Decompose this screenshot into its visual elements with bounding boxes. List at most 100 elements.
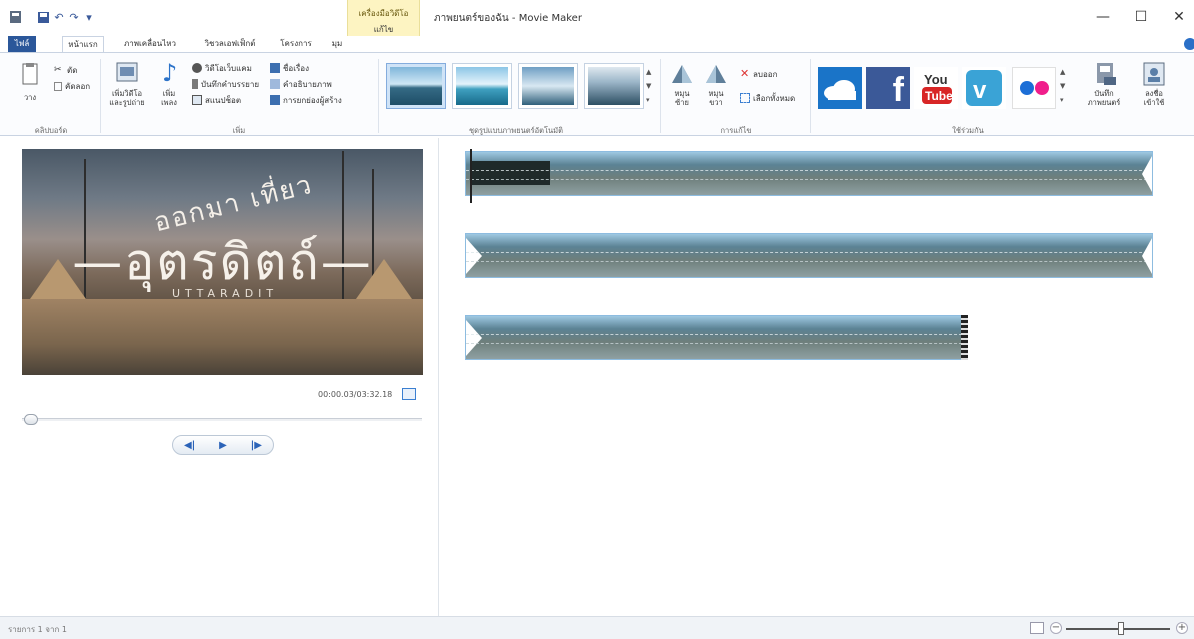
theme-gallery-scroll[interactable]: ▲ ▼ ▾ [646, 65, 651, 107]
webcam-icon [192, 63, 202, 73]
credits-button[interactable]: การยกย่องผู้สร้าง [270, 93, 342, 107]
title-bar: ↶ ↷ ▾ เครื่องมือวิดีโอ แก้ไข ภาพยนตร์ของ… [0, 0, 1194, 36]
theme-thumbnail[interactable] [518, 63, 578, 109]
title-button[interactable]: ชื่อเรื่อง [270, 61, 309, 75]
playback-controls: ◀| ▶ |▶ [172, 435, 274, 455]
vimeo-icon[interactable]: v [962, 67, 1006, 109]
tab-file[interactable]: ไฟล์ [8, 36, 36, 52]
audio-waveform [466, 170, 1152, 180]
share-group-label: ใช้ร่วมกัน [952, 126, 984, 135]
zoom-thumb[interactable] [1118, 622, 1124, 635]
video-tools-context-tab[interactable]: เครื่องมือวิดีโอ แก้ไข [347, 0, 420, 36]
credits-label: การยกย่องผู้สร้าง [283, 95, 342, 105]
copy-button[interactable]: คัดลอก [54, 79, 90, 93]
zoom-out-button[interactable]: − [1050, 622, 1062, 634]
svg-text:Tube: Tube [925, 89, 953, 103]
close-button[interactable]: ✕ [1164, 6, 1194, 28]
split-preview-icon[interactable] [402, 388, 416, 400]
thumbnail-size-icon[interactable] [1030, 622, 1044, 634]
group-separator [810, 59, 811, 133]
select-all-button[interactable]: เลือกทั้งหมด [740, 91, 795, 105]
snapshot-icon [192, 95, 202, 105]
theme-thumbnail[interactable] [386, 63, 446, 109]
playhead[interactable] [470, 149, 472, 203]
music-note-icon[interactable]: ♪ [162, 61, 177, 85]
customize-toolbar-icon[interactable]: ▾ [82, 9, 96, 25]
paste-icon[interactable] [22, 63, 38, 88]
zoom-in-button[interactable]: + [1176, 622, 1188, 634]
group-separator [378, 59, 379, 133]
scissors-icon: ✂ [54, 65, 62, 75]
storyboard-clip[interactable] [465, 233, 1153, 278]
audio-waveform [466, 252, 1152, 262]
webcam-label: วิดีโอเว็บแคม [205, 63, 252, 73]
remove-x-icon: ✕ [740, 67, 750, 80]
undo-icon[interactable]: ↶ [52, 9, 66, 25]
rotate-right-label: หมุน ขวา [708, 89, 724, 107]
caption-button[interactable]: คำอธิบายภาพ [270, 77, 332, 91]
copy-label: คัดลอก [65, 81, 91, 91]
group-separator [100, 59, 101, 133]
seek-thumb[interactable] [24, 414, 38, 425]
snapshot-label: สแนปช็อต [205, 95, 242, 105]
sign-in-label: ลงชื่อ เข้าใช้ [1143, 89, 1165, 107]
previous-frame-button[interactable]: ◀| [175, 440, 205, 451]
cut-button[interactable]: ✂ ตัด [54, 63, 77, 77]
app-icon[interactable] [8, 9, 22, 25]
remove-button[interactable]: ✕ ลบออก [740, 67, 777, 81]
play-button[interactable]: ▶ [208, 440, 238, 451]
redo-icon[interactable]: ↷ [67, 9, 81, 25]
clipboard-group-label: คลิปบอร์ด [34, 126, 68, 135]
storyboard-clip[interactable] [465, 151, 1153, 196]
facebook-icon[interactable]: f [866, 67, 910, 109]
timecode: 00:00.03/03:32.18 [318, 390, 393, 399]
youtube-icon[interactable]: You Tube [914, 67, 958, 109]
add-videos-photos-icon[interactable] [116, 61, 138, 88]
save-movie-icon[interactable] [1094, 61, 1118, 90]
record-narration-button[interactable]: บันทึกคำบรรยาย [192, 77, 259, 91]
tab-project[interactable]: โครงการ [276, 36, 316, 52]
overlay-subtitle: UTTARADIT [172, 287, 279, 300]
pane-divider[interactable] [438, 138, 439, 616]
save-icon[interactable] [36, 9, 50, 25]
add-music-label: เพิ่ม เพลง [161, 89, 177, 107]
preview-scenery [22, 299, 423, 375]
narration-label: บันทึกคำบรรยาย [201, 79, 260, 89]
tab-animations[interactable]: ภาพเคลื่อนไหว [120, 36, 180, 52]
storyboard-clip[interactable] [465, 315, 968, 360]
theme-thumbnail[interactable] [584, 63, 644, 109]
seek-bar[interactable] [22, 418, 422, 422]
tab-visual-effects[interactable]: วิชวลเอฟเฟ็กต์ [200, 36, 260, 52]
title-icon [270, 63, 280, 73]
title-label: ชื่อเรื่อง [283, 63, 309, 73]
paste-label: วาง [23, 93, 37, 102]
copy-icon [54, 81, 62, 91]
tab-view[interactable]: มุมมอง [330, 36, 344, 64]
sign-in-icon[interactable] [1142, 61, 1166, 90]
status-bar: รายการ 1 จาก 1 − + [0, 616, 1194, 639]
caption-label: คำอธิบายภาพ [283, 79, 332, 89]
next-frame-button[interactable]: |▶ [241, 440, 271, 451]
rotate-left-icon[interactable] [670, 63, 694, 88]
select-all-label: เลือกทั้งหมด [753, 93, 796, 103]
context-tab-label: เครื่องมือวิดีโอ [358, 9, 409, 18]
ribbon: วาง ✂ ตัด คัดลอก คลิปบอร์ด เพิ่มวิดีโอ แ… [0, 52, 1194, 136]
onedrive-icon[interactable] [818, 67, 862, 109]
theme-thumbnail[interactable] [452, 63, 512, 109]
themes-group-label: ชุดรูปแบบภาพยนตร์อัตโนมัติ [469, 126, 563, 135]
snapshot-button[interactable]: สแนปช็อต [192, 93, 241, 107]
share-gallery-scroll[interactable]: ▲ ▼ ▾ [1060, 65, 1065, 107]
tab-home[interactable]: หน้าแรก [62, 36, 104, 53]
webcam-video-button[interactable]: วิดีโอเว็บแคม [192, 61, 252, 75]
transition-marker [1142, 238, 1152, 274]
remove-label: ลบออก [753, 69, 778, 79]
select-all-icon [740, 93, 750, 103]
flickr-icon[interactable] [1012, 67, 1056, 109]
add-videos-photos-label: เพิ่มวิดีโอ และรูปถ่าย [109, 89, 145, 107]
rotate-right-icon[interactable] [704, 63, 728, 88]
context-tab-edit[interactable]: แก้ไข [348, 23, 419, 36]
maximize-button[interactable]: ☐ [1126, 6, 1156, 28]
clip-end-marker [961, 315, 968, 360]
video-preview[interactable]: ออกมา เที่ยว —อุตรดิตถ์— UTTARADIT [22, 149, 423, 375]
minimize-button[interactable]: — [1088, 6, 1118, 28]
